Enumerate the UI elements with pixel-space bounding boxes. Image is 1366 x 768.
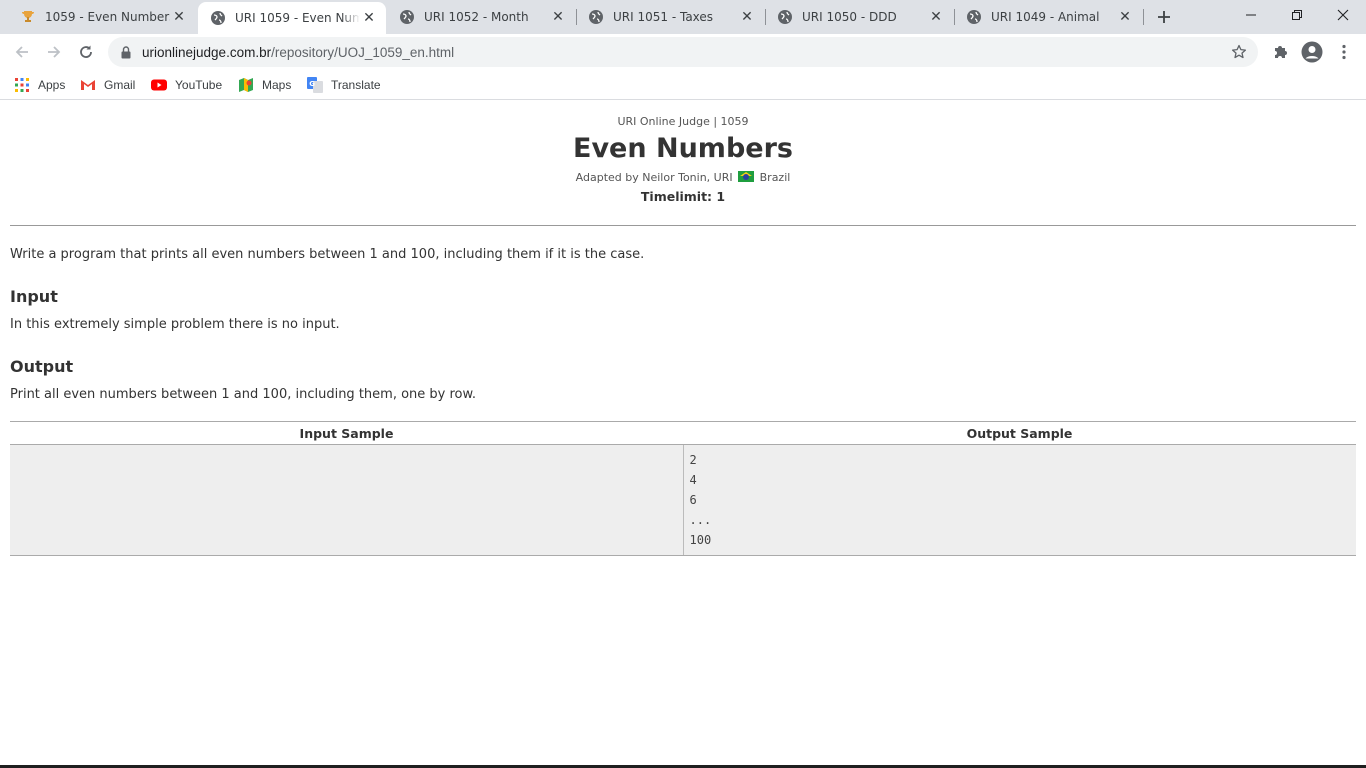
output-sample-line: 6 xyxy=(689,493,697,507)
url-path: /repository/UOJ_1059_en.html xyxy=(271,44,455,60)
new-tab-button[interactable] xyxy=(1152,5,1176,29)
restore-button[interactable] xyxy=(1274,0,1320,30)
tab-title: URI 1050 - DDD xyxy=(802,10,897,24)
extensions-puzzle-icon[interactable] xyxy=(1268,40,1292,64)
close-tab-icon[interactable]: ✕ xyxy=(170,8,188,26)
bookmark-youtube[interactable]: YouTube xyxy=(151,75,222,95)
tab-separator xyxy=(1143,9,1144,25)
output-sample-cell: 2 4 6 ... 100 xyxy=(682,444,1356,556)
apps-grid-icon xyxy=(14,77,30,93)
profile-avatar-icon[interactable] xyxy=(1300,40,1324,64)
bookmark-label: Gmail xyxy=(104,78,136,92)
samples-table: Input Sample Output Sample 2 4 6 ... 100 xyxy=(10,421,1356,556)
globe-icon xyxy=(777,9,793,25)
tab-uri-1051-taxes[interactable]: URI 1051 - Taxes ✕ xyxy=(576,0,764,34)
bookmark-maps[interactable]: Maps xyxy=(238,75,291,95)
bookmark-label: Apps xyxy=(38,78,66,92)
output-sample-line: ... xyxy=(689,513,712,527)
bookmark-gmail[interactable]: Gmail xyxy=(80,75,135,95)
samples-header-row: Input Sample Output Sample xyxy=(10,421,1356,445)
minimize-button[interactable] xyxy=(1228,0,1274,30)
bookmarks-bar: Apps Gmail YouTube Maps G Translate xyxy=(0,70,1366,100)
close-window-button[interactable] xyxy=(1320,0,1366,30)
svg-text:G: G xyxy=(309,80,315,88)
output-sample-header: Output Sample xyxy=(683,421,1356,445)
forward-button[interactable] xyxy=(40,38,68,66)
bookmark-translate[interactable]: G Translate xyxy=(307,75,381,95)
bookmark-star-icon[interactable] xyxy=(1230,43,1248,61)
close-tab-icon[interactable]: ✕ xyxy=(927,8,945,26)
translate-icon: G xyxy=(307,77,323,93)
timelimit-label: Timelimit: 1 xyxy=(640,189,726,204)
globe-icon xyxy=(399,9,415,25)
brazil-flag-icon xyxy=(738,171,755,182)
gmail-icon xyxy=(80,77,96,93)
tab-uri-judge-1059[interactable]: 1059 - Even Numbers - ✕ xyxy=(8,0,196,34)
judge-label: URI Online Judge | 1059 xyxy=(617,115,749,128)
url-host: urionlinejudge.com.br xyxy=(142,44,272,60)
page-title: Even Numbers xyxy=(573,133,793,164)
tab-uri-1049-animal[interactable]: URI 1049 - Animal ✕ xyxy=(954,0,1142,34)
address-bar[interactable]: urionlinejudge.com.br/repository/UOJ_105… xyxy=(108,37,1258,67)
close-tab-icon[interactable]: ✕ xyxy=(738,8,756,26)
output-heading: Output xyxy=(10,357,74,376)
tab-title: URI 1049 - Animal xyxy=(991,10,1100,24)
author-label: Adapted by Neilor Tonin, URI xyxy=(575,171,733,184)
chrome-menu-icon[interactable] xyxy=(1332,40,1356,64)
input-description: In this extremely simple problem there i… xyxy=(10,317,340,332)
tab-title: 1059 - Even Numbers - xyxy=(45,10,170,24)
globe-icon xyxy=(966,9,982,25)
tab-strip: 1059 - Even Numbers - ✕ URI 1059 - Even … xyxy=(0,0,1366,34)
header-divider xyxy=(10,225,1356,226)
maps-icon xyxy=(238,77,254,93)
url-text: urionlinejudge.com.br/repository/UOJ_105… xyxy=(142,45,454,60)
output-sample-line: 4 xyxy=(689,473,697,487)
tab-title: URI 1059 - Even Numbers xyxy=(235,11,360,25)
back-button[interactable] xyxy=(8,38,36,66)
bookmark-label: YouTube xyxy=(175,78,223,92)
input-sample-header: Input Sample xyxy=(10,421,683,445)
close-tab-icon[interactable]: ✕ xyxy=(549,8,567,26)
samples-row: 2 4 6 ... 100 xyxy=(10,444,1356,556)
problem-page: URI Online Judge | 1059 Even Numbers Ada… xyxy=(0,101,1366,766)
author-line: Adapted by Neilor Tonin, URI Brazil xyxy=(0,171,1366,184)
output-description: Print all even numbers between 1 and 100… xyxy=(10,387,477,402)
input-heading: Input xyxy=(10,287,58,306)
close-tab-icon[interactable]: ✕ xyxy=(1116,8,1134,26)
tab-title: URI 1052 - Month xyxy=(424,10,529,24)
bookmark-apps[interactable]: Apps xyxy=(14,75,65,95)
country-label: Brazil xyxy=(759,171,791,184)
trophy-icon xyxy=(20,9,36,25)
close-tab-icon[interactable]: ✕ xyxy=(360,9,378,27)
tab-title: URI 1051 - Taxes xyxy=(613,10,714,24)
output-sample-line: 2 xyxy=(689,453,697,467)
tab-uri-1052-month[interactable]: URI 1052 - Month ✕ xyxy=(387,0,575,34)
bookmark-label: Translate xyxy=(331,78,381,92)
globe-icon xyxy=(588,9,604,25)
browser-toolbar: urionlinejudge.com.br/repository/UOJ_105… xyxy=(0,34,1366,70)
lock-icon[interactable] xyxy=(120,45,132,59)
tab-uri-1059-even-numbers[interactable]: URI 1059 - Even Numbers ✕ xyxy=(198,2,386,34)
problem-description: Write a program that prints all even num… xyxy=(10,247,645,262)
globe-icon xyxy=(210,10,226,26)
input-sample-cell xyxy=(10,444,683,556)
reload-button[interactable] xyxy=(72,38,100,66)
output-sample-line: 100 xyxy=(689,533,712,547)
youtube-icon xyxy=(151,77,167,93)
bookmark-label: Maps xyxy=(262,78,292,92)
tab-uri-1050-ddd[interactable]: URI 1050 - DDD ✕ xyxy=(765,0,953,34)
